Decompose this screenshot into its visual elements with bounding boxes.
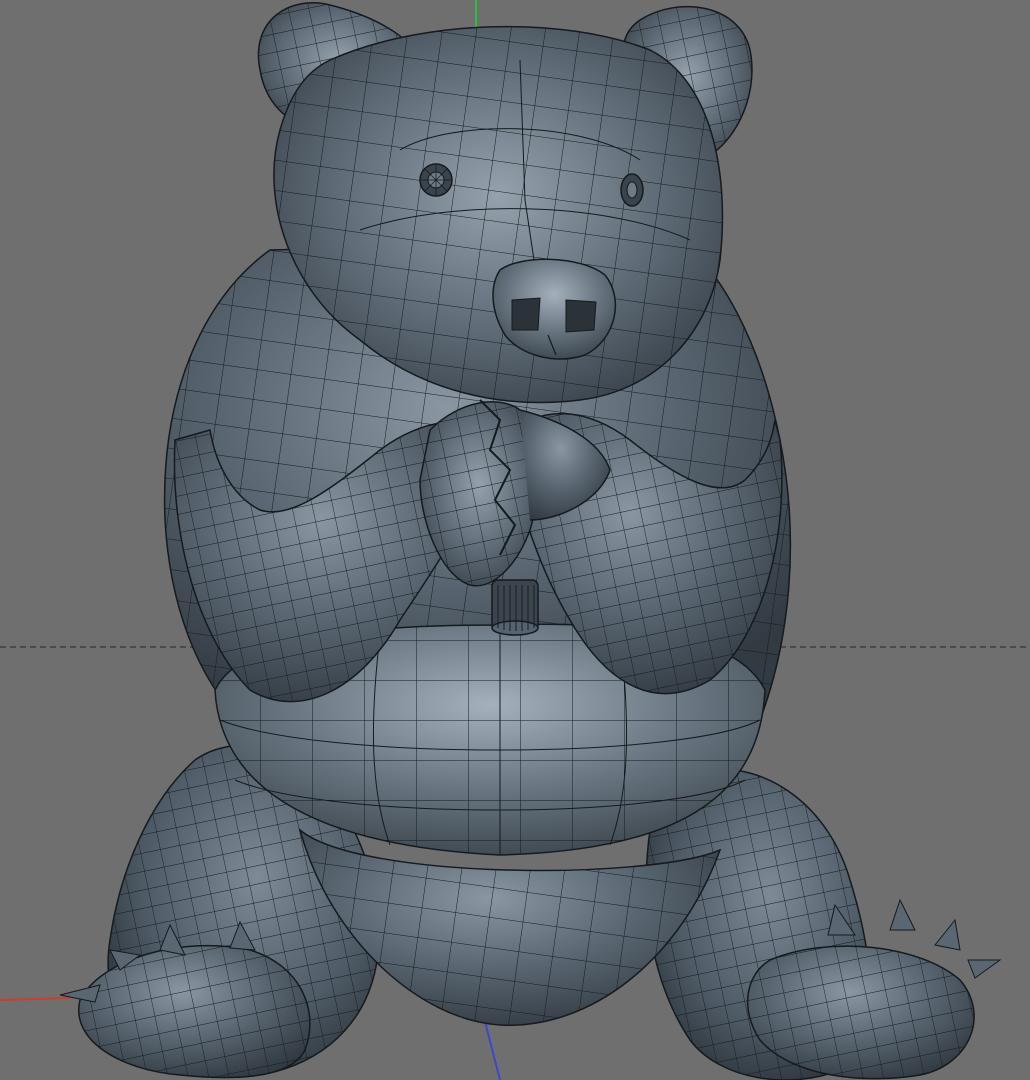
left-eye <box>419 163 453 197</box>
viewport-scene[interactable] <box>0 0 1030 1080</box>
right-eye <box>620 173 644 207</box>
3d-viewport[interactable] <box>0 0 1030 1080</box>
bamboo-stick <box>491 579 539 636</box>
